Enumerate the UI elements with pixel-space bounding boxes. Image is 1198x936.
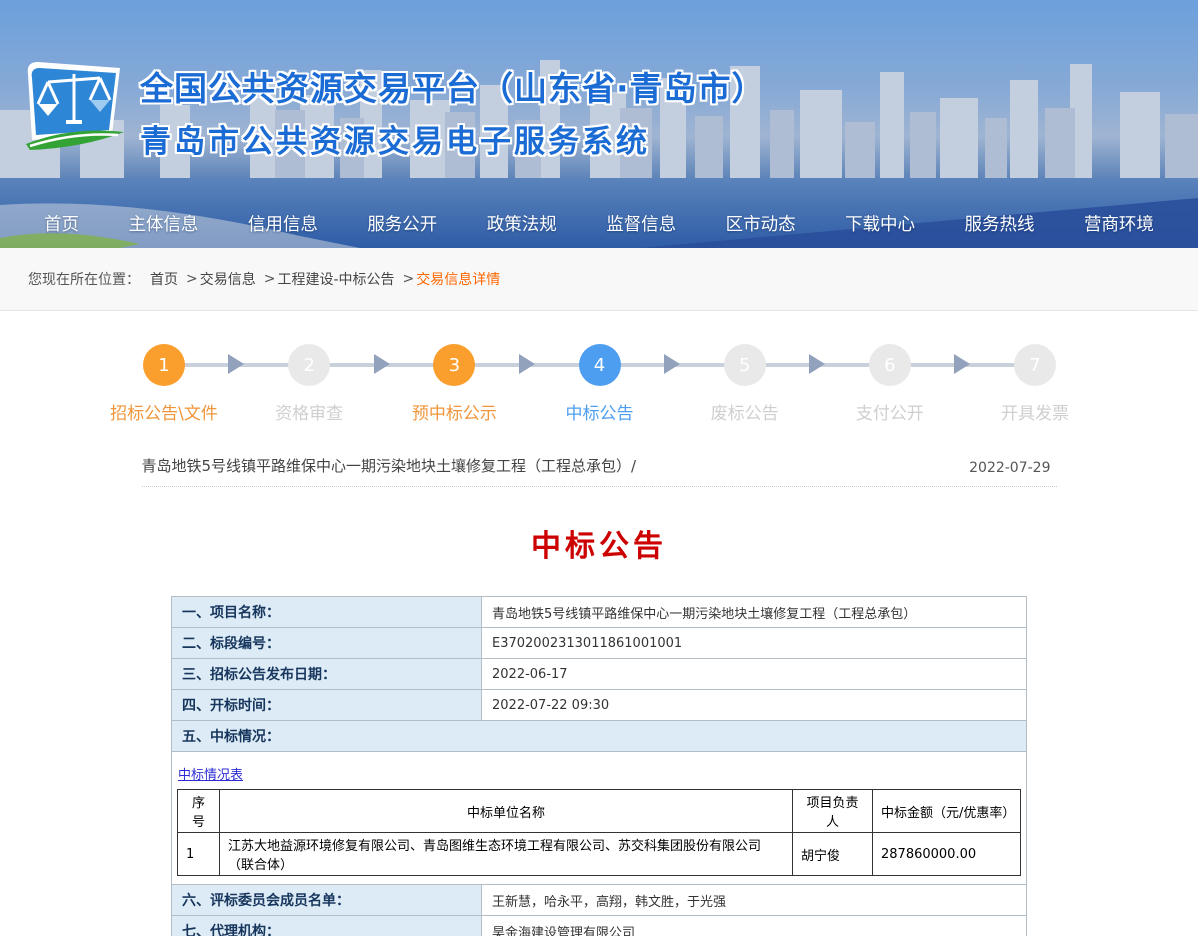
table-row: 四、开标时间： 2022-07-22 09:30 [172,690,1027,721]
project-name-label: 一、项目名称： [172,597,482,628]
step-5-circle: 5 [724,344,766,386]
announcement-table: 一、项目名称： 青岛地铁5号线镇平路维保中心一期污染地块土壤修复工程（工程总承包… [171,596,1027,936]
manager-value: 胡宁俊 [793,833,873,876]
step-4-award-notice[interactable]: 4 中标公告 [579,344,621,424]
step-arrow-icon [621,344,724,386]
breadcrumb: 您现在所在位置： 首页 > 交易信息 > 工程建设-中标公告 > 交易信息详情 [0,248,1198,311]
step-1-bid-notice[interactable]: 1 招标公告\文件 [143,344,185,424]
step-5-label: 废标公告 [711,399,779,424]
step-2-circle: 2 [288,344,330,386]
nav-item-policies[interactable]: 政策法规 [487,211,557,236]
breadcrumb-prefix: 您现在所在位置： [28,269,140,289]
col-seq-header: 序号 [178,790,220,833]
nav-item-home[interactable]: 首页 [44,211,79,236]
step-arrow-icon [766,344,869,386]
agency-label: 七、代理机构： [172,916,482,936]
step-4-circle[interactable]: 4 [579,344,621,386]
col-amount-header: 中标金额（元/优惠率） [873,790,1021,833]
step-3-label: 预中标公示 [412,399,497,424]
col-manager-header: 项目负责人 [793,790,873,833]
table-row: 三、招标公告发布日期： 2022-06-17 [172,659,1027,690]
notice-date-label: 三、招标公告发布日期： [172,659,482,690]
section-no-value: E3702002313011861001001 [482,628,1027,659]
step-6-label: 支付公开 [856,399,924,424]
nav-item-supervision[interactable]: 监督信息 [606,211,676,236]
step-2-label: 资格审查 [275,399,343,424]
table-row: 二、标段编号： E3702002313011861001001 [172,628,1027,659]
amount-value: 287860000.00 [873,833,1021,876]
step-7-circle: 7 [1014,344,1056,386]
table-row: 中标情况表 序号 中标单位名称 项目负责人 中标金额（元/优惠率） 1 江苏大地… [172,752,1027,885]
step-6-payment: 6 支付公开 [869,344,911,424]
award-table-link[interactable]: 中标情况表 [178,764,243,783]
step-5-cancel-notice: 5 废标公告 [724,344,766,424]
project-title: 青岛地铁5号线镇平路维保中心一期污染地块土壤修复工程（工程总承包）/ [142,455,637,476]
table-row: 五、中标情况： [172,721,1027,752]
step-6-circle: 6 [869,344,911,386]
breadcrumb-current: 交易信息详情 [416,269,500,289]
nav-item-subject-info[interactable]: 主体信息 [128,211,198,236]
breadcrumb-separator: > [403,271,415,287]
table-row: 六、评标委员会成员名单： 王新慧，哈永平，高翔，韩文胜，于光强 [172,885,1027,916]
step-3-pre-award[interactable]: 3 预中标公示 [433,344,475,424]
breadcrumb-trade-info[interactable]: 交易信息 [200,269,256,289]
brand: 全国公共资源交易平台（山东省·青岛市） 青岛市公共资源交易电子服务系统 [22,56,766,162]
project-name-value: 青岛地铁5号线镇平路维保中心一期污染地块土壤修复工程（工程总承包） [482,597,1027,628]
table-row: 一、项目名称： 青岛地铁5号线镇平路维保中心一期污染地块土壤修复工程（工程总承包… [172,597,1027,628]
step-3-circle[interactable]: 3 [433,344,475,386]
table-row: 七、代理机构： 昊金海建设管理有限公司 [172,916,1027,936]
nav-item-credit-info[interactable]: 信用信息 [248,211,318,236]
breadcrumb-award-notices[interactable]: 工程建设-中标公告 [277,269,394,289]
breadcrumb-separator: > [186,271,198,287]
project-header-row: 青岛地铁5号线镇平路维保中心一期污染地块土壤修复工程（工程总承包）/ 2022-… [142,455,1057,487]
nav-item-service-hotline[interactable]: 服务热线 [965,211,1035,236]
committee-value: 王新慧，哈永平，高翔，韩文胜，于光强 [482,885,1027,916]
process-steps: 1 招标公告\文件 2 资格审查 3 预中标公示 4 中标公告 5 废标公告 6… [0,344,1198,424]
bid-open-time-value: 2022-07-22 09:30 [482,690,1027,721]
winner-value: 江苏大地益源环境修复有限公司、青岛图维生态环境工程有限公司、苏交科集团股份有限公… [220,833,793,876]
col-winner-header: 中标单位名称 [220,790,793,833]
table-header-row: 序号 中标单位名称 项目负责人 中标金额（元/优惠率） [178,790,1021,833]
breadcrumb-home[interactable]: 首页 [150,269,178,289]
award-detail-cell: 中标情况表 序号 中标单位名称 项目负责人 中标金额（元/优惠率） 1 江苏大地… [172,752,1027,885]
step-arrow-icon [185,344,288,386]
step-7-invoice: 7 开具发票 [1014,344,1056,424]
step-4-label: 中标公告 [566,399,634,424]
bid-open-time-label: 四、开标时间： [172,690,482,721]
nav-item-district-news[interactable]: 区市动态 [726,211,796,236]
project-date: 2022-07-29 [969,460,1056,476]
committee-label: 六、评标委员会成员名单： [172,885,482,916]
seq-value: 1 [178,833,220,876]
award-inner-table: 序号 中标单位名称 项目负责人 中标金额（元/优惠率） 1 江苏大地益源环境修复… [177,789,1021,876]
page-title: 中标公告 [0,521,1198,565]
table-row: 1 江苏大地益源环境修复有限公司、青岛图维生态环境工程有限公司、苏交科集团股份有… [178,833,1021,876]
step-arrow-icon [475,344,578,386]
nav-item-download-center[interactable]: 下载中心 [845,211,915,236]
award-info-label: 五、中标情况： [172,721,1027,752]
brand-titles: 全国公共资源交易平台（山东省·青岛市） 青岛市公共资源交易电子服务系统 [140,56,766,161]
step-2-qualification: 2 资格审查 [288,344,330,424]
site-title-city: 青岛市公共资源交易电子服务系统 [140,116,766,161]
nav-item-service-disclosure[interactable]: 服务公开 [367,211,437,236]
main-nav: 首页 主体信息 信用信息 服务公开 政策法规 监督信息 区市动态 下载中心 服务… [0,211,1198,236]
step-7-label: 开具发票 [1001,399,1069,424]
step-1-circle[interactable]: 1 [143,344,185,386]
nav-item-business-environment[interactable]: 营商环境 [1084,211,1154,236]
site-header: 全国公共资源交易平台（山东省·青岛市） 青岛市公共资源交易电子服务系统 首页 主… [0,0,1198,248]
notice-date-value: 2022-06-17 [482,659,1027,690]
agency-value: 昊金海建设管理有限公司 [482,916,1027,936]
site-logo[interactable] [22,56,130,162]
step-arrow-icon [330,344,433,386]
site-title-national: 全国公共资源交易平台（山东省·青岛市） [140,62,766,110]
step-arrow-icon [911,344,1014,386]
step-1-label: 招标公告\文件 [110,399,218,424]
section-no-label: 二、标段编号： [172,628,482,659]
breadcrumb-separator: > [264,271,276,287]
